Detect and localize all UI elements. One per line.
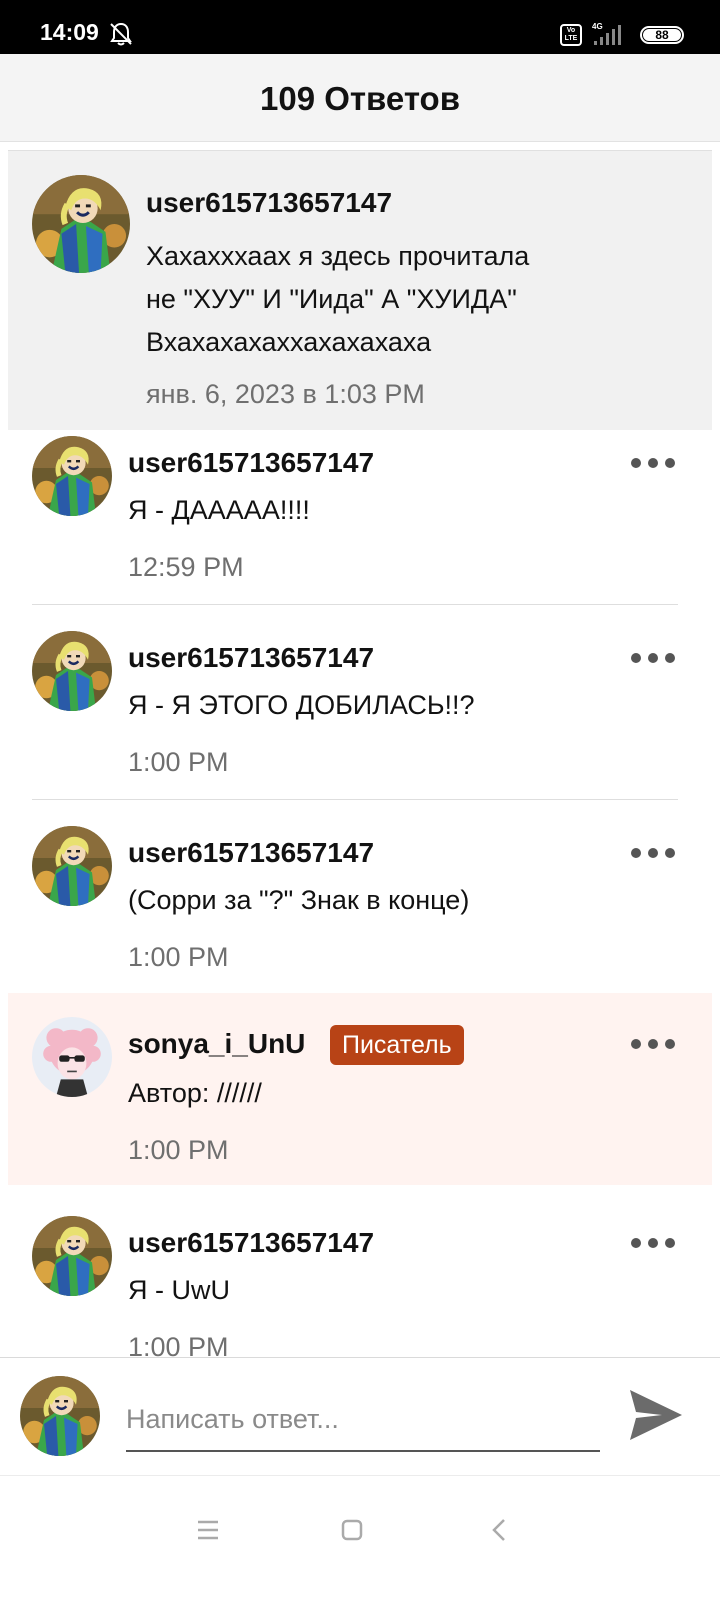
avatar[interactable] [32,175,130,273]
volte-icon: Vo LTE [560,24,582,46]
reply-composer [0,1357,720,1475]
avatar[interactable] [32,826,112,906]
reply-text: (Сорри за "?" Знак в конце) [128,885,470,915]
timestamp: янв. 6, 2023 в 1:03 PM [146,379,425,409]
avatar[interactable] [32,1216,112,1296]
battery-icon: 88 [640,26,684,44]
reply-input[interactable] [126,1388,600,1452]
reply-item: user615713657147 Я - Я ЭТОГО ДОБИЛАСЬ!!?… [8,627,712,822]
comment-line: Хахахххаах я здесь прочитала [146,241,530,271]
avatar [20,1376,100,1456]
timestamp: 1:00 PM [128,747,229,777]
reply-item-author: sonya_i_UnU Писатель Автор: ////// 1:00 … [8,993,712,1185]
timestamp: 1:00 PM [128,942,229,972]
writer-badge: Писатель [330,1025,464,1065]
more-options-icon[interactable] [628,842,678,864]
page-title: 109 Ответов [260,80,460,117]
timestamp: 12:59 PM [128,552,244,582]
username[interactable]: user615713657147 [146,187,392,219]
username[interactable]: user615713657147 [128,447,374,479]
more-options-icon[interactable] [628,1033,678,1055]
reply-item: user615713657147 (Сорри за "?" Знак в ко… [8,822,712,1017]
comment-text: Хахахххаах я здесь прочитала не "ХУУ" И … [146,235,686,364]
divider [32,799,678,800]
reply-text: Я - Я ЭТОГО ДОБИЛАСЬ!!? [128,690,475,720]
reply-text: Я - UwU [128,1275,230,1305]
more-options-icon[interactable] [628,647,678,669]
username[interactable]: user615713657147 [128,642,374,674]
more-options-icon[interactable] [628,452,678,474]
avatar[interactable] [32,1017,112,1097]
system-nav-bar [0,1475,720,1600]
status-bar: 14:09 Vo LTE 4G 88 [0,0,720,54]
username[interactable]: user615713657147 [128,837,374,869]
reply-text: Я - ДААААА!!!! [128,495,310,525]
comment-line: Вхахахахаххахахахаха [146,327,432,357]
username[interactable]: sonya_i_UnU [128,1028,305,1060]
back-icon[interactable] [480,1510,520,1550]
signal-icon: 4G [592,22,621,45]
reply-text: Автор: ////// [128,1078,262,1108]
comment-line: не "ХУУ" И "Иида" А "ХУИДА" [146,284,517,314]
timestamp: 1:00 PM [128,1135,229,1165]
more-options-icon[interactable] [628,1232,678,1254]
network-type: 4G [592,22,603,31]
menu-icon[interactable] [188,1510,228,1550]
avatar[interactable] [32,631,112,711]
avatar[interactable] [32,436,112,516]
status-time: 14:09 [40,19,99,45]
original-comment: user615713657147 Хахахххаах я здесь проч… [8,150,712,430]
bell-off-icon [110,22,132,46]
header: 109 Ответов [0,54,720,142]
reply-item: user615713657147 Я - ДААААА!!!! 12:59 PM [8,432,712,627]
battery-level: 88 [643,29,681,41]
send-icon[interactable] [626,1386,686,1444]
home-icon[interactable] [332,1510,372,1550]
username[interactable]: user615713657147 [128,1227,374,1259]
divider [32,604,678,605]
